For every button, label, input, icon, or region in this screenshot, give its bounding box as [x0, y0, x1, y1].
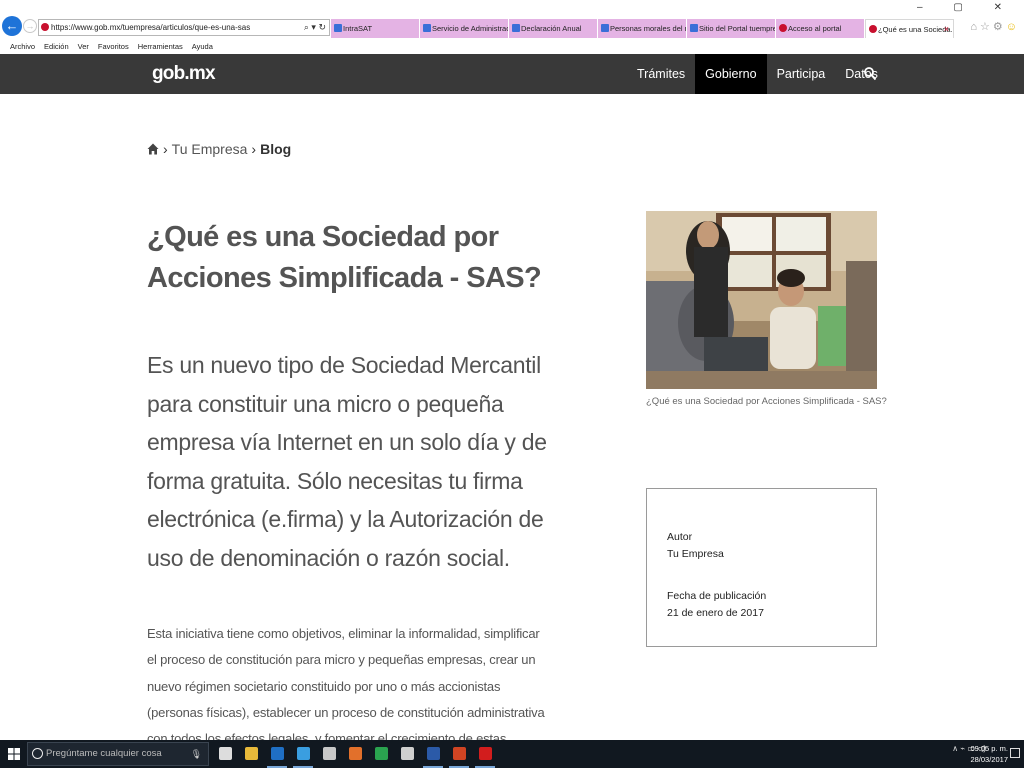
tab-strip: IntraSAT Servicio de Administraci... Decla… [331, 19, 954, 38]
windows-taskbar: Pregúntame cualquier cosa 🎙 ∧ ⌁ ▭ ◁) 09:… [0, 740, 1024, 768]
snipping-tool-taskbar-button[interactable] [316, 740, 342, 768]
search-icon[interactable] [864, 67, 876, 81]
tab-label: Servicio de Administraci... [432, 24, 509, 33]
site-header: gob.mx Trámites Gobierno Participa Datos [0, 54, 1024, 94]
breadcrumb-section-link[interactable]: Tu Empresa [172, 141, 248, 157]
address-tools-icon[interactable]: ⌕ ▾ ↻ [304, 20, 326, 35]
browser-tab[interactable]: Personas morales del ré... [598, 19, 687, 38]
clock-time: 09:05 p. m. [970, 744, 1008, 753]
address-url: https://www.gob.mx/tuempresa/articulos/q… [51, 23, 251, 32]
address-bar[interactable]: https://www.gob.mx/tuempresa/articulos/q… [38, 19, 330, 36]
outlook-taskbar-button[interactable] [264, 740, 290, 768]
tab-favicon-icon [869, 25, 877, 33]
tab-label: ¿Qué es una Socieda... [878, 25, 954, 34]
word-taskbar-button[interactable] [420, 740, 446, 768]
image-caption: ¿Qué es una Sociedad por Acciones Simpli… [646, 396, 887, 407]
calculator-taskbar-button[interactable] [394, 740, 420, 768]
cortana-search-box[interactable]: Pregúntame cualquier cosa 🎙 [27, 742, 209, 766]
file-explorer-taskbar-button[interactable] [238, 740, 264, 768]
menu-item[interactable]: Ayuda [192, 40, 213, 54]
home-icon[interactable] [147, 143, 159, 155]
internet-explorer-icon [297, 747, 310, 760]
site-nav: Trámites Gobierno Participa Datos [627, 54, 888, 94]
forward-button[interactable]: → [23, 19, 37, 33]
breadcrumb-separator-icon: › [251, 141, 257, 157]
menu-item[interactable]: Ver [78, 40, 89, 54]
breadcrumb-separator-icon: › [163, 141, 168, 157]
taskbar-apps [212, 740, 498, 768]
menu-item[interactable]: Archivo [10, 40, 35, 54]
clock-date: 28/03/2017 [970, 755, 1008, 764]
author-value: Tu Empresa [667, 548, 724, 560]
article-title: ¿Qué es una Sociedad por Acciones Simpli… [147, 221, 542, 294]
internet-explorer-taskbar-button[interactable] [290, 740, 316, 768]
menu-bar: Archivo Edición Ver Favoritos Herramientas Ay… [0, 40, 1024, 54]
site-nav-item[interactable]: Trámites [627, 54, 695, 94]
acrobat-taskbar-button[interactable] [472, 740, 498, 768]
task-view-icon [219, 747, 232, 760]
site-nav-item[interactable]: Datos [835, 54, 888, 94]
tab-label: Declaración Anual [521, 24, 582, 33]
window-controls[interactable]: – ▢ ✕ [917, 2, 1016, 13]
word-icon [427, 747, 440, 760]
publish-date-label: Fecha de publicación [667, 590, 767, 602]
calculator-icon [401, 747, 414, 760]
feedback-smiley-icon[interactable]: ☺ [1006, 21, 1020, 33]
powerpoint-icon [453, 747, 466, 760]
cortana-icon [32, 748, 43, 759]
tab-favicon-icon [334, 24, 342, 32]
browser-tab[interactable]: Sitio del Portal tuempres... [687, 19, 776, 38]
browser-chrome: – ▢ ✕ ← → https://www.gob.mx/tuempresa/a… [0, 0, 1024, 54]
browser-tab[interactable]: Declaración Anual [509, 19, 598, 38]
site-nav-item[interactable]: Gobierno [695, 54, 767, 94]
article-lead: Es un nuevo tipo de Sociedad Mercantil p… [147, 352, 547, 571]
browser-tab[interactable]: ¿Qué es una Socieda... × [865, 19, 954, 38]
menu-item[interactable]: Favoritos [98, 40, 129, 54]
outlook-icon [271, 747, 284, 760]
powerpoint-taskbar-button[interactable] [446, 740, 472, 768]
windows-start-icon[interactable] [8, 748, 20, 760]
menu-item[interactable]: Herramientas [138, 40, 183, 54]
firefox-icon [349, 747, 362, 760]
browser-tab[interactable]: Acceso al portal [776, 19, 865, 38]
site-nav-item[interactable]: Participa [767, 54, 836, 94]
tab-label: Sitio del Portal tuempres... [699, 24, 775, 33]
tab-favicon-icon [690, 24, 698, 32]
back-button[interactable]: ← [2, 16, 22, 36]
task-view-taskbar-button[interactable] [212, 740, 238, 768]
article-image [646, 211, 877, 389]
author-label: Autor [667, 531, 693, 543]
tab-favicon-icon [423, 24, 431, 32]
publish-date-value: 21 de enero de 2017 [667, 607, 764, 619]
firefox-taskbar-button[interactable] [342, 740, 368, 768]
chrome-icon [375, 747, 388, 760]
acrobat-icon [479, 747, 492, 760]
tab-favicon-icon [512, 24, 520, 32]
chrome-taskbar-button[interactable] [368, 740, 394, 768]
breadcrumb-current: Blog [260, 141, 292, 157]
article-body: Esta iniciativa tiene como objetivos, el… [147, 626, 545, 741]
browser-tab[interactable]: Servicio de Administraci... [420, 19, 509, 38]
action-center-icon[interactable] [1010, 748, 1020, 758]
site-favicon-icon [41, 23, 49, 31]
breadcrumb: › Tu Empresa › Blog [147, 141, 291, 157]
taskbar-clock[interactable]: 09:05 p. m. 28/03/2017 [970, 743, 1008, 765]
tab-favicon-icon [601, 24, 609, 32]
gobmx-logo[interactable]: gob.mx [152, 63, 216, 85]
tab-label: Acceso al portal [788, 24, 842, 33]
microphone-icon[interactable]: 🎙 [191, 743, 202, 765]
tab-label: Personas morales del ré... [610, 24, 687, 33]
cortana-search-placeholder: Pregúntame cualquier cosa [46, 748, 162, 759]
browser-tab[interactable]: IntraSAT [331, 19, 420, 38]
menu-item[interactable]: Edición [44, 40, 69, 54]
tab-label: IntraSAT [343, 24, 373, 33]
toolbar-icons[interactable]: ⌂☆⚙☺ [970, 20, 1020, 33]
tab-favicon-icon [779, 24, 787, 32]
file-explorer-icon [245, 747, 258, 760]
article-meta-box: Autor Tu Empresa Fecha de publicación 21… [646, 488, 877, 647]
tab-close-icon[interactable]: × [944, 20, 949, 38]
snipping-tool-icon [323, 747, 336, 760]
